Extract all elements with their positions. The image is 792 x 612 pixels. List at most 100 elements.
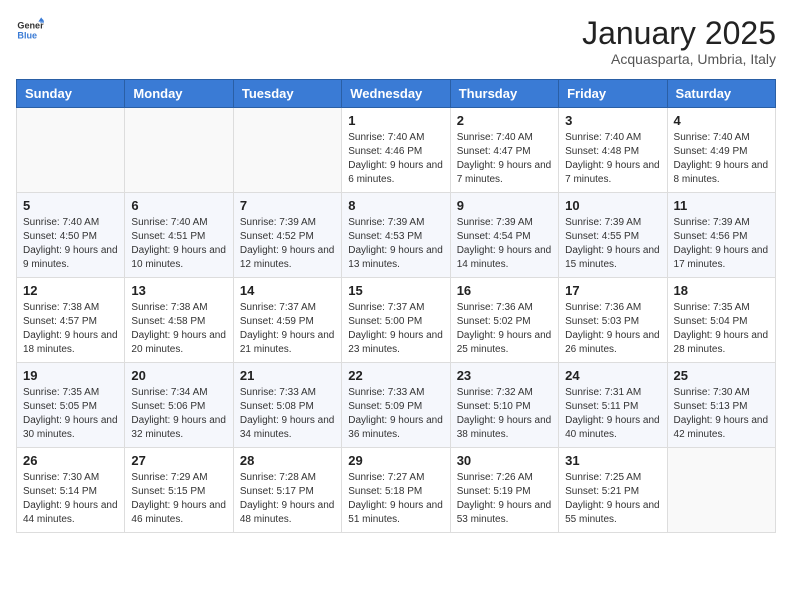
calendar-cell: 10 Sunrise: 7:39 AM Sunset: 4:55 PM Dayli… [559, 193, 667, 278]
day-info: Sunrise: 7:40 AM Sunset: 4:50 PM Dayligh… [23, 216, 118, 272]
logo-icon: General Blue [16, 16, 44, 44]
calendar-cell [233, 108, 341, 193]
day-info: Sunrise: 7:40 AM Sunset: 4:46 PM Dayligh… [348, 131, 443, 187]
day-number: 24 [565, 368, 660, 383]
calendar-cell: 8 Sunrise: 7:39 AM Sunset: 4:53 PM Daylig… [342, 193, 450, 278]
calendar-cell: 6Sunrise: 7:40 AM Sunset: 4:51 PM Daylig… [125, 193, 233, 278]
day-info: Sunrise: 7:39 AM Sunset: 4:52 PM Dayligh… [240, 216, 335, 272]
calendar-cell [667, 448, 775, 533]
day-info: Sunrise: 7:37 AM Sunset: 5:00 PM Dayligh… [348, 301, 443, 357]
day-info: Sunrise: 7:31 AM Sunset: 5:11 PM Dayligh… [565, 386, 660, 442]
day-info: Sunrise: 7:35 AM Sunset: 5:05 PM Dayligh… [23, 386, 118, 442]
day-info: Sunrise: 7:28 AM Sunset: 5:17 PM Dayligh… [240, 471, 335, 527]
day-number: 20 [131, 368, 226, 383]
calendar-cell: 26Sunrise: 7:30 AM Sunset: 5:14 PM Dayli… [17, 448, 125, 533]
calendar-cell: 16 Sunrise: 7:36 AM Sunset: 5:02 PM Dayli… [450, 278, 558, 363]
day-number: 22 [348, 368, 443, 383]
weekday-header-tuesday: Tuesday [233, 80, 341, 108]
calendar-cell: 9 Sunrise: 7:39 AM Sunset: 4:54 PM Daylig… [450, 193, 558, 278]
main-title: January 2025 [582, 16, 776, 51]
day-info: Sunrise: 7:37 AM Sunset: 4:59 PM Dayligh… [240, 301, 335, 357]
day-number: 19 [23, 368, 118, 383]
calendar-week-4: 19 Sunrise: 7:35 AM Sunset: 5:05 PM Dayli… [17, 363, 776, 448]
calendar-cell: 13 Sunrise: 7:38 AM Sunset: 4:58 PM Dayli… [125, 278, 233, 363]
day-number: 4 [674, 113, 769, 128]
weekday-header-wednesday: Wednesday [342, 80, 450, 108]
day-info: Sunrise: 7:26 AM Sunset: 5:19 PM Dayligh… [457, 471, 552, 527]
day-info: Sunrise: 7:38 AM Sunset: 4:57 PM Dayligh… [23, 301, 118, 357]
day-info: Sunrise: 7:39 AM Sunset: 4:53 PM Dayligh… [348, 216, 443, 272]
day-number: 30 [457, 453, 552, 468]
weekday-header-row: SundayMondayTuesdayWednesdayThursdayFrid… [17, 80, 776, 108]
day-number: 3 [565, 113, 660, 128]
calendar-week-3: 12Sunrise: 7:38 AM Sunset: 4:57 PM Dayli… [17, 278, 776, 363]
day-number: 9 [457, 198, 552, 213]
calendar-week-2: 5 Sunrise: 7:40 AM Sunset: 4:50 PM Daylig… [17, 193, 776, 278]
svg-text:General: General [17, 21, 44, 31]
calendar-cell: 4Sunrise: 7:40 AM Sunset: 4:49 PM Daylig… [667, 108, 775, 193]
calendar-week-5: 26Sunrise: 7:30 AM Sunset: 5:14 PM Dayli… [17, 448, 776, 533]
calendar-cell: 20 Sunrise: 7:34 AM Sunset: 5:06 PM Dayli… [125, 363, 233, 448]
weekday-header-saturday: Saturday [667, 80, 775, 108]
calendar-cell: 12Sunrise: 7:38 AM Sunset: 4:57 PM Dayli… [17, 278, 125, 363]
day-info: Sunrise: 7:34 AM Sunset: 5:06 PM Dayligh… [131, 386, 226, 442]
weekday-header-friday: Friday [559, 80, 667, 108]
calendar-cell: 11 Sunrise: 7:39 AM Sunset: 4:56 PM Dayli… [667, 193, 775, 278]
day-number: 8 [348, 198, 443, 213]
day-number: 21 [240, 368, 335, 383]
day-info: Sunrise: 7:39 AM Sunset: 4:56 PM Dayligh… [674, 216, 769, 272]
day-number: 15 [348, 283, 443, 298]
day-info: Sunrise: 7:39 AM Sunset: 4:54 PM Dayligh… [457, 216, 552, 272]
day-info: Sunrise: 7:30 AM Sunset: 5:14 PM Dayligh… [23, 471, 118, 527]
day-number: 31 [565, 453, 660, 468]
weekday-header-monday: Monday [125, 80, 233, 108]
calendar-cell: 31 Sunrise: 7:25 AM Sunset: 5:21 PM Dayli… [559, 448, 667, 533]
calendar-week-1: 1 Sunrise: 7:40 AM Sunset: 4:46 PM Daylig… [17, 108, 776, 193]
svg-text:Blue: Blue [17, 30, 37, 40]
calendar-table: SundayMondayTuesdayWednesdayThursdayFrid… [16, 79, 776, 533]
day-info: Sunrise: 7:38 AM Sunset: 4:58 PM Dayligh… [131, 301, 226, 357]
day-info: Sunrise: 7:40 AM Sunset: 4:48 PM Dayligh… [565, 131, 660, 187]
day-info: Sunrise: 7:32 AM Sunset: 5:10 PM Dayligh… [457, 386, 552, 442]
day-number: 16 [457, 283, 552, 298]
calendar-cell [17, 108, 125, 193]
calendar-cell: 1 Sunrise: 7:40 AM Sunset: 4:46 PM Daylig… [342, 108, 450, 193]
day-number: 5 [23, 198, 118, 213]
weekday-header-thursday: Thursday [450, 80, 558, 108]
calendar-cell: 25Sunrise: 7:30 AM Sunset: 5:13 PM Dayli… [667, 363, 775, 448]
calendar-cell: 3 Sunrise: 7:40 AM Sunset: 4:48 PM Daylig… [559, 108, 667, 193]
day-number: 13 [131, 283, 226, 298]
day-number: 28 [240, 453, 335, 468]
calendar-cell: 17Sunrise: 7:36 AM Sunset: 5:03 PM Dayli… [559, 278, 667, 363]
calendar-cell: 23 Sunrise: 7:32 AM Sunset: 5:10 PM Dayli… [450, 363, 558, 448]
day-info: Sunrise: 7:40 AM Sunset: 4:51 PM Dayligh… [131, 216, 226, 272]
calendar-cell: 29 Sunrise: 7:27 AM Sunset: 5:18 PM Dayli… [342, 448, 450, 533]
calendar-cell: 22 Sunrise: 7:33 AM Sunset: 5:09 PM Dayli… [342, 363, 450, 448]
day-number: 23 [457, 368, 552, 383]
day-number: 29 [348, 453, 443, 468]
day-info: Sunrise: 7:33 AM Sunset: 5:09 PM Dayligh… [348, 386, 443, 442]
day-number: 10 [565, 198, 660, 213]
calendar-cell: 30 Sunrise: 7:26 AM Sunset: 5:19 PM Dayli… [450, 448, 558, 533]
day-info: Sunrise: 7:40 AM Sunset: 4:47 PM Dayligh… [457, 131, 552, 187]
day-number: 11 [674, 198, 769, 213]
day-info: Sunrise: 7:25 AM Sunset: 5:21 PM Dayligh… [565, 471, 660, 527]
weekday-header-sunday: Sunday [17, 80, 125, 108]
day-number: 14 [240, 283, 335, 298]
calendar-cell [125, 108, 233, 193]
day-number: 7 [240, 198, 335, 213]
calendar-cell: 18 Sunrise: 7:35 AM Sunset: 5:04 PM Dayli… [667, 278, 775, 363]
day-info: Sunrise: 7:35 AM Sunset: 5:04 PM Dayligh… [674, 301, 769, 357]
day-info: Sunrise: 7:39 AM Sunset: 4:55 PM Dayligh… [565, 216, 660, 272]
day-info: Sunrise: 7:33 AM Sunset: 5:08 PM Dayligh… [240, 386, 335, 442]
day-number: 18 [674, 283, 769, 298]
calendar-cell: 21 Sunrise: 7:33 AM Sunset: 5:08 PM Dayli… [233, 363, 341, 448]
day-info: Sunrise: 7:29 AM Sunset: 5:15 PM Dayligh… [131, 471, 226, 527]
day-number: 1 [348, 113, 443, 128]
day-info: Sunrise: 7:36 AM Sunset: 5:02 PM Dayligh… [457, 301, 552, 357]
calendar-cell: 14 Sunrise: 7:37 AM Sunset: 4:59 PM Dayli… [233, 278, 341, 363]
title-block: January 2025 Acquasparta, Umbria, Italy [582, 16, 776, 67]
day-number: 2 [457, 113, 552, 128]
logo: General Blue [16, 16, 44, 44]
day-info: Sunrise: 7:27 AM Sunset: 5:18 PM Dayligh… [348, 471, 443, 527]
